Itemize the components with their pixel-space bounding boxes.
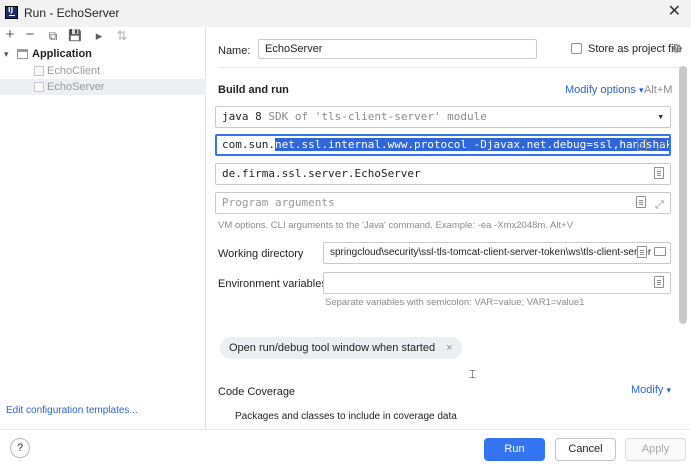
- working-directory-value: springcloud\security\ssl-tls-tomcat-clie…: [330, 247, 652, 258]
- expand-icon[interactable]: ⤢: [656, 138, 665, 154]
- browse-class-icon[interactable]: [654, 167, 664, 179]
- code-coverage-title: Code Coverage: [218, 386, 296, 398]
- scrollbar[interactable]: [679, 66, 687, 324]
- run-config-icon: [34, 82, 44, 92]
- store-as-project-label: Store as project file: [588, 43, 683, 55]
- close-icon[interactable]: ✕: [668, 4, 681, 20]
- configurations-panel: + − ⧉ 💾 ▸ ⇅ ▾ Application EchoClient Ech…: [0, 27, 206, 429]
- sort-icon[interactable]: ⇅: [115, 29, 129, 43]
- vm-options-selected: net.ssl.internal.www.protocol -Djavax.ne…: [274, 138, 669, 151]
- program-arguments-field[interactable]: Program arguments ⤢: [215, 192, 671, 214]
- close-icon[interactable]: ×: [446, 342, 452, 354]
- intellij-logo-icon: [5, 6, 18, 19]
- open-tool-window-chip[interactable]: Open run/debug tool window when started …: [220, 337, 462, 359]
- main-class-field[interactable]: de.firma.ssl.server.EchoServer: [215, 163, 671, 185]
- add-icon[interactable]: +: [3, 27, 17, 42]
- environment-variables-label: Environment variables:: [218, 278, 330, 290]
- expand-icon[interactable]: ⤢: [655, 195, 664, 213]
- expand-field-icon[interactable]: [636, 196, 646, 208]
- modify-options-shortcut: Alt+M: [644, 84, 673, 96]
- vm-options-field[interactable]: com.sun.net.ssl.internal.www.protocol -D…: [215, 134, 671, 156]
- application-icon: [17, 49, 28, 59]
- window-title: Run - EchoServer: [24, 6, 120, 20]
- tree-item-echoclient[interactable]: EchoClient: [0, 63, 206, 79]
- copy-icon[interactable]: ⧉: [46, 29, 60, 43]
- insert-macro-icon[interactable]: [637, 246, 647, 258]
- run-button[interactable]: Run: [484, 438, 545, 461]
- tree-item-label: EchoServer: [47, 81, 105, 93]
- chevron-down-icon: ▾: [657, 110, 664, 123]
- build-and-run-title: Build and run: [218, 84, 289, 96]
- environment-variables-field[interactable]: [323, 272, 671, 294]
- edit-environment-icon[interactable]: [654, 276, 664, 288]
- dialog-footer: ? Run Cancel Apply: [0, 429, 691, 466]
- program-arguments-placeholder: Program arguments: [222, 196, 335, 209]
- text-cursor-icon: ⌶: [469, 367, 477, 381]
- sdk-java-version: java 8: [222, 110, 262, 123]
- folder-icon[interactable]: [654, 247, 666, 256]
- chevron-down-icon[interactable]: ▾: [4, 46, 9, 62]
- expand-field-icon[interactable]: [637, 139, 647, 151]
- divider: [218, 67, 683, 68]
- name-field[interactable]: EchoServer: [258, 39, 537, 59]
- title-bar: Run - EchoServer ✕: [0, 0, 691, 27]
- chevron-down-icon: ▾: [666, 385, 671, 395]
- save-icon[interactable]: 💾: [68, 29, 82, 43]
- cancel-button[interactable]: Cancel: [555, 438, 616, 461]
- remove-icon[interactable]: −: [23, 27, 37, 42]
- working-directory-field[interactable]: springcloud\security\ssl-tls-tomcat-clie…: [323, 242, 671, 264]
- configuration-form: Name: EchoServer Store as project file ⚙…: [207, 27, 691, 429]
- gear-icon[interactable]: ⚙: [671, 41, 683, 57]
- tree-item-label: Application: [32, 48, 92, 60]
- vm-options-hint: VM options. CLI arguments to the 'Java' …: [218, 220, 574, 231]
- working-directory-label: Working directory: [218, 248, 304, 260]
- run-config-icon: [34, 66, 44, 76]
- coverage-packages-label: Packages and classes to include in cover…: [235, 411, 457, 422]
- modify-options-label: Modify options: [565, 84, 636, 96]
- modify-options-link[interactable]: Modify options ▾: [565, 84, 644, 96]
- apply-button[interactable]: Apply: [625, 438, 686, 461]
- tree-item-label: EchoClient: [47, 65, 101, 77]
- environment-variables-hint: Separate variables with semicolon: VAR=v…: [325, 297, 585, 308]
- name-label: Name:: [218, 45, 251, 57]
- help-icon[interactable]: ?: [10, 438, 30, 458]
- tree-item-application[interactable]: ▾ Application: [0, 46, 206, 62]
- sdk-select[interactable]: java 8 SDK of 'tls-client-server' module…: [215, 106, 671, 128]
- coverage-modify-label: Modify: [631, 384, 664, 396]
- edit-templates-link[interactable]: Edit configuration templates...: [6, 405, 138, 416]
- move-to-folder-icon[interactable]: ▸: [92, 29, 106, 43]
- store-as-project-checkbox[interactable]: [571, 43, 582, 54]
- coverage-modify-link[interactable]: Modify ▾: [631, 384, 671, 396]
- vm-options-prefix: com.sun.: [222, 138, 275, 151]
- chip-label: Open run/debug tool window when started: [229, 342, 436, 354]
- main-class-value: de.firma.ssl.server.EchoServer: [222, 167, 421, 180]
- tree-item-echoserver[interactable]: EchoServer: [0, 79, 206, 95]
- configurations-toolbar: + − ⧉ 💾 ▸ ⇅: [0, 27, 206, 44]
- chevron-down-icon: ▾: [639, 85, 644, 95]
- sdk-description: SDK of 'tls-client-server' module: [268, 110, 487, 123]
